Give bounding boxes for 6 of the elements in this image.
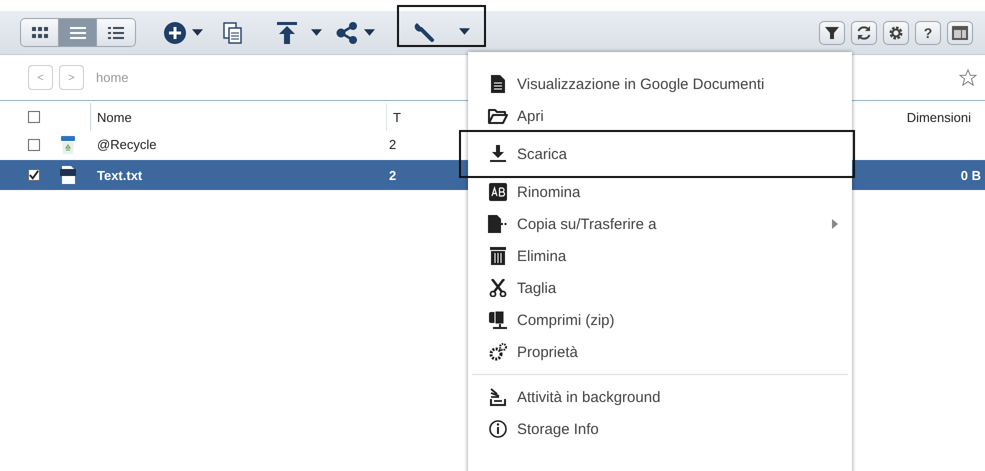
file-name: @Recycle — [96, 137, 158, 152]
file-name: Text.txt — [96, 168, 144, 182]
table-cell-text: 2 — [388, 137, 398, 152]
path-text: home — [96, 70, 129, 85]
file-size: 0 B — [960, 168, 982, 182]
table-cell-text: 2 — [388, 168, 398, 182]
